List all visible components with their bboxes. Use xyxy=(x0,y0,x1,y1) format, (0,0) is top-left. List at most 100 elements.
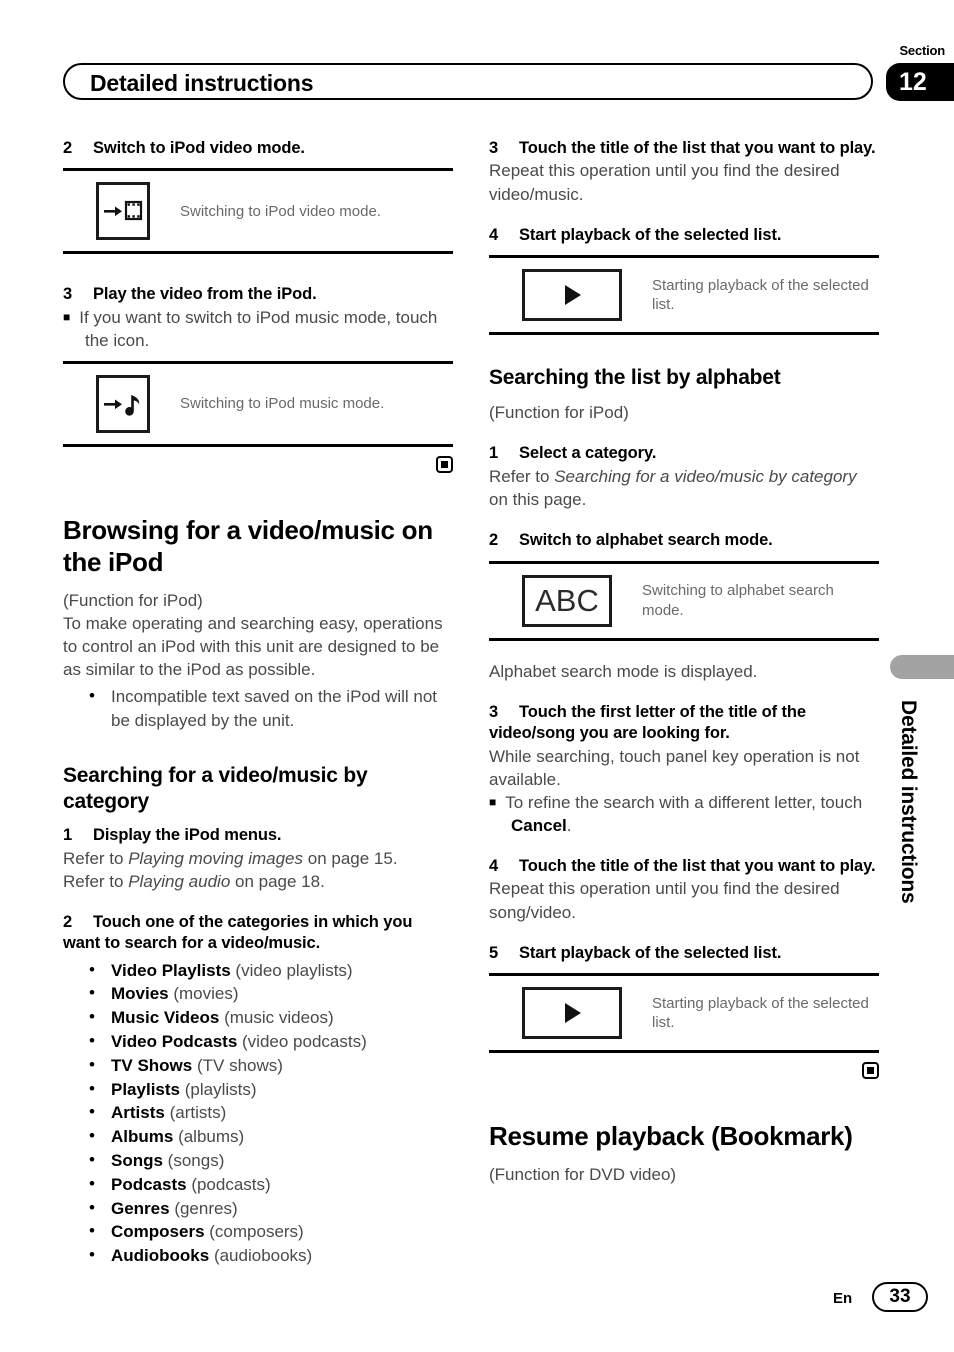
abc-icon: ABC xyxy=(535,583,599,619)
category-paren: (video podcasts) xyxy=(237,1031,367,1051)
step-number: 3 xyxy=(489,139,499,157)
ref-prefix: Refer to xyxy=(489,466,555,486)
category-paren: (movies) xyxy=(168,984,239,1004)
panel-caption: Starting playback of the selected list. xyxy=(652,276,869,314)
cross-reference-1: Refer to Playing moving images on page 1… xyxy=(63,847,453,870)
step-text: Start playback of the selected list. xyxy=(519,225,782,244)
note-body: To refine the search with a different le… xyxy=(505,792,863,812)
step-number: 2 xyxy=(63,139,73,157)
step-text: Touch the first letter of the title of t… xyxy=(489,702,806,743)
category-name: TV Shows xyxy=(111,1055,193,1075)
left-column: 2 Switch to iPod video mode. Switching to… xyxy=(63,138,453,1268)
section-word-label: Section xyxy=(899,43,945,58)
category-name: Composers xyxy=(111,1222,205,1242)
icon-box xyxy=(96,375,150,434)
function-note: (Function for DVD video) xyxy=(489,1164,677,1184)
step-text: Touch the title of the list that you wan… xyxy=(519,139,876,157)
ref-suffix: on page 15. xyxy=(303,848,398,868)
list-item: Video Playlists (video playlists) xyxy=(89,958,453,983)
category-name: Songs xyxy=(111,1150,163,1170)
display-panel-abc: ABC Switching to alphabet search mode. xyxy=(489,560,879,641)
category-name: Playlists xyxy=(111,1079,180,1099)
panel-caption: Switching to iPod video mode. xyxy=(180,202,381,220)
step-heading: 5 Start playback of the selected list. xyxy=(489,943,879,964)
body-text: Repeat this operation until you find the… xyxy=(489,879,840,922)
ref-prefix: Refer to xyxy=(63,871,129,891)
category-name: Albums xyxy=(111,1127,174,1147)
arrow-music-note-icon xyxy=(104,395,140,416)
category-paren: (audiobooks) xyxy=(209,1246,313,1266)
step-heading: 1 Select a category. xyxy=(489,443,879,464)
list-item: Movies (movies) xyxy=(89,981,453,1006)
step-text: Play the video from the iPod. xyxy=(93,285,317,304)
list-item: Genres (genres) xyxy=(89,1196,453,1221)
step-number: 1 xyxy=(63,826,73,845)
step-number: 4 xyxy=(489,856,499,875)
category-name: Genres xyxy=(111,1198,170,1218)
category-name: Podcasts xyxy=(111,1174,187,1194)
page-title: Detailed instructions xyxy=(90,70,314,96)
icon-box: ABC xyxy=(522,574,612,627)
category-paren: (podcasts) xyxy=(186,1174,271,1194)
category-name: Video Playlists xyxy=(111,960,231,980)
list-item: Songs (songs) xyxy=(89,1148,453,1173)
ref-prefix: Refer to xyxy=(63,848,129,868)
cross-reference-2: Refer to Playing audio on page 18. xyxy=(63,870,453,893)
category-paren: (playlists) xyxy=(180,1079,257,1099)
body-text: Repeat this operation until you find the… xyxy=(489,161,840,204)
side-section-label: Detailed instructions xyxy=(897,700,920,904)
note-suffix: . xyxy=(566,815,572,835)
category-paren: (TV shows) xyxy=(192,1055,283,1075)
end-of-section-icon xyxy=(436,456,453,474)
step-text: Touch the title of the list that you wan… xyxy=(519,856,876,875)
end-of-section-marker-wrap xyxy=(489,1062,879,1080)
step-number: 3 xyxy=(489,702,499,721)
step-text: Display the iPod menus. xyxy=(93,826,282,845)
end-of-section-icon xyxy=(862,1062,879,1080)
panel-caption: Switching to alphabet search mode. xyxy=(642,582,834,619)
step-text: Switch to iPod video mode. xyxy=(93,139,305,157)
body-text: While searching, touch panel key operati… xyxy=(489,746,860,789)
step-number: 2 xyxy=(63,912,73,931)
list-item: Albums (albums) xyxy=(89,1124,453,1149)
ref-suffix: on this page. xyxy=(489,490,587,509)
body-text: To make operating and searching easy, op… xyxy=(63,613,443,679)
heading-resume-playback: Resume playback (Bookmark) xyxy=(489,1121,853,1152)
icon-box xyxy=(96,182,150,241)
play-icon xyxy=(565,285,581,306)
category-name: Audiobooks xyxy=(111,1246,210,1266)
list-item: Composers (composers) xyxy=(89,1219,453,1244)
note-bold-term: Cancel xyxy=(511,815,567,835)
step-heading: 3 Play the video from the iPod. xyxy=(63,284,453,305)
step-number: 1 xyxy=(489,444,499,463)
list-item: TV Shows (TV shows) xyxy=(89,1053,453,1078)
category-name: Music Videos xyxy=(111,1008,220,1028)
panel-caption: Switching to iPod music mode. xyxy=(180,395,385,413)
square-bullet-icon: ■ xyxy=(63,309,71,324)
icon-box xyxy=(522,269,622,322)
category-paren: (genres) xyxy=(169,1198,238,1218)
step-heading: 2 Switch to iPod video mode. xyxy=(63,138,453,159)
step-number: 2 xyxy=(489,531,499,550)
function-note: (Function for iPod) xyxy=(489,403,629,423)
right-column: 3 Touch the title of the list that you wa… xyxy=(489,138,879,1186)
note-text: ■ If you want to switch to iPod music mod… xyxy=(63,306,453,352)
note-text: ■ To refine the search with a different l… xyxy=(489,791,879,837)
step-text: Start playback of the selected list. xyxy=(519,943,782,962)
heading-browsing-ipod: Browsing for a video/music on the iPod xyxy=(63,515,433,577)
page-header: Detailed instructions Section 12 xyxy=(0,38,954,108)
heading-search-by-category: Searching for a video/music by category xyxy=(63,763,368,813)
ref-title: Searching for a video/music by category xyxy=(554,466,857,486)
list-item: Video Podcasts (video podcasts) xyxy=(89,1029,453,1054)
category-paren: (albums) xyxy=(173,1127,245,1147)
display-panel-play-2: Starting playback of the selected list. xyxy=(489,973,879,1054)
step-text: Select a category. xyxy=(519,444,657,463)
display-panel-video-mode: Switching to iPod video mode. xyxy=(63,168,453,255)
step-text: Switch to alphabet search mode. xyxy=(519,531,773,550)
step-heading: 2 Touch one of the categories in which yo… xyxy=(63,912,453,955)
step-heading: 3 Touch the title of the list that you wa… xyxy=(489,138,879,159)
cross-reference: Refer to Searching for a video/music by … xyxy=(489,465,879,511)
function-note: (Function for iPod) xyxy=(63,590,203,610)
list-item-text: Incompatible text saved on the iPod will… xyxy=(111,686,438,730)
category-paren: (composers) xyxy=(204,1222,304,1242)
